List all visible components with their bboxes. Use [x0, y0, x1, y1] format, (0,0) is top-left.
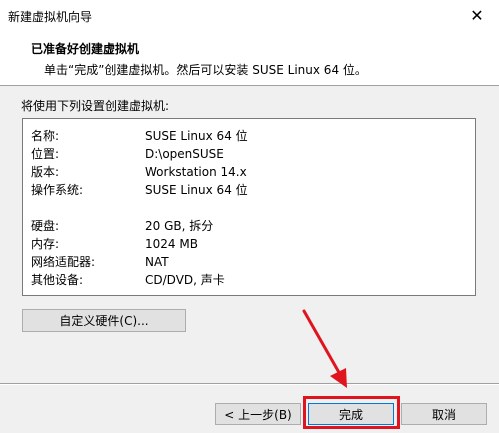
arrow-shaft	[302, 309, 343, 378]
annotation-arrow	[302, 309, 347, 388]
